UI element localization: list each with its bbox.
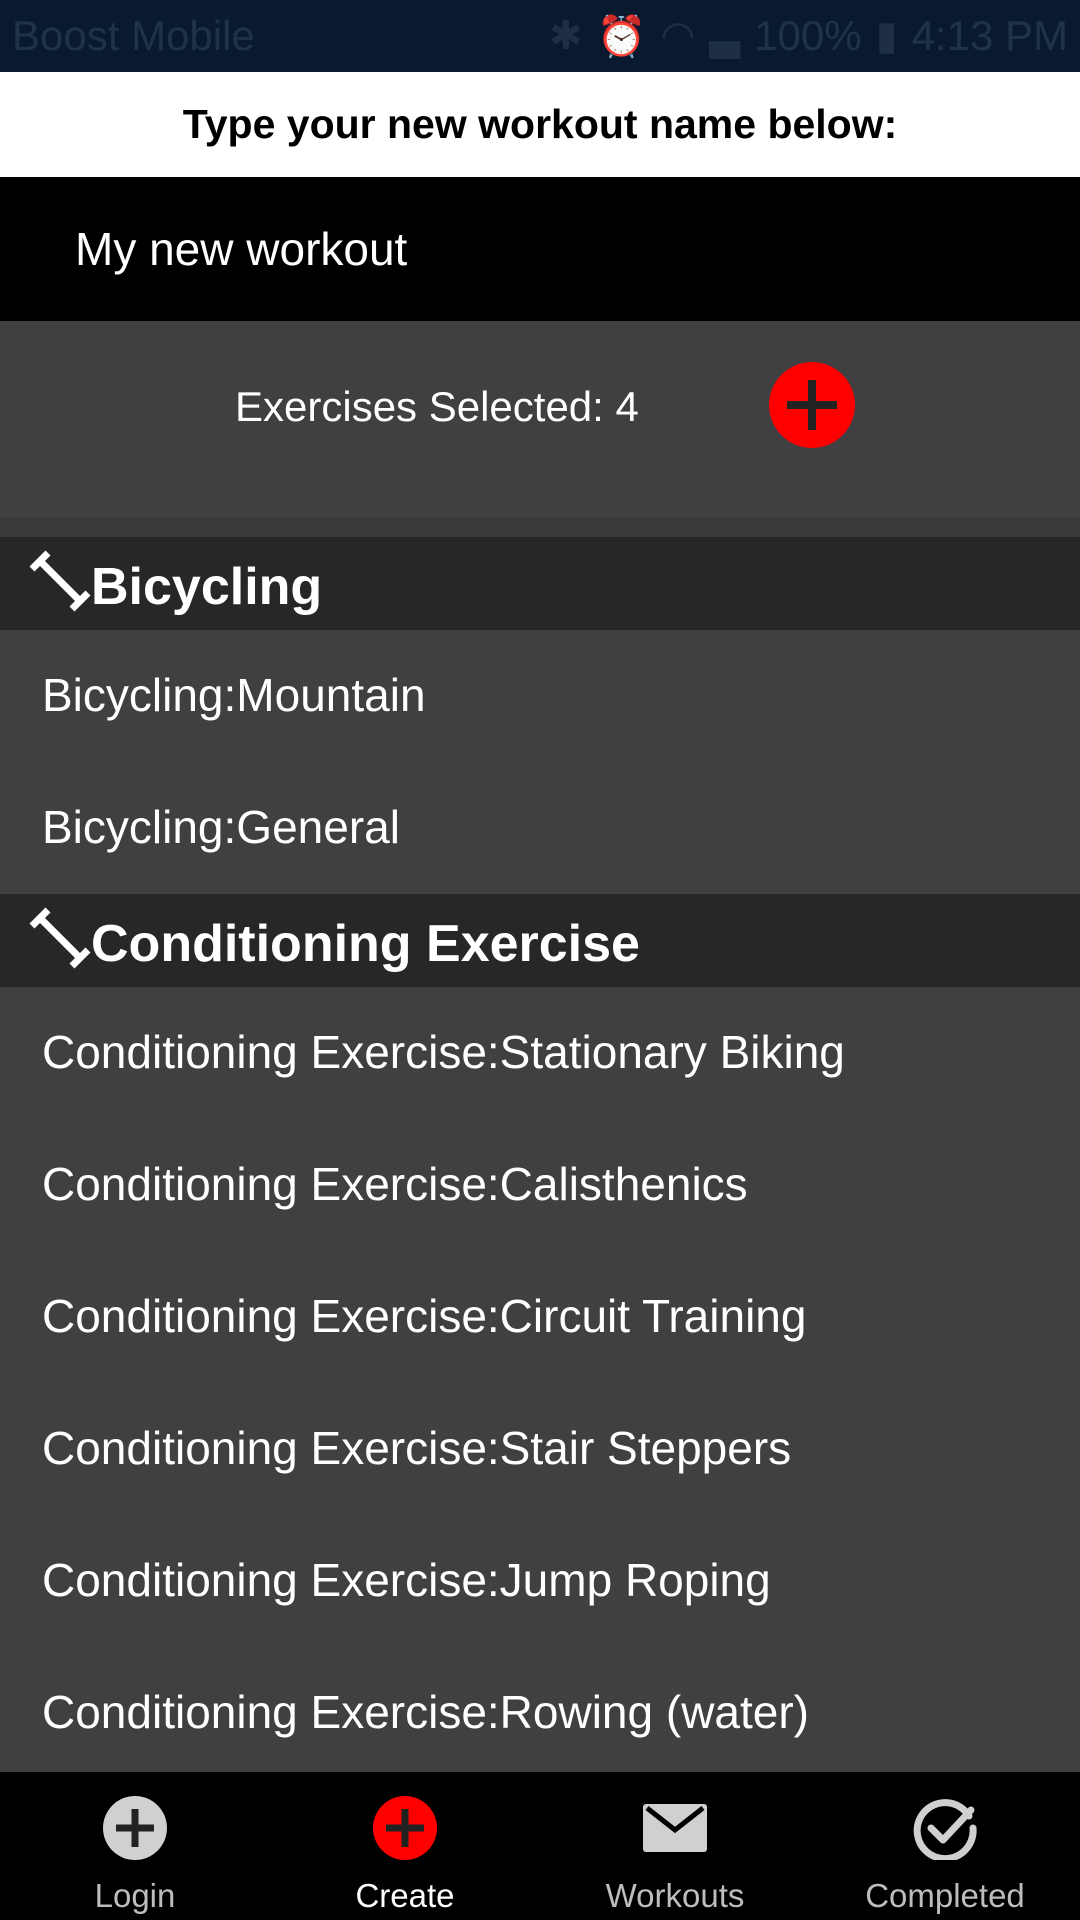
section-header-bicycling: Bicycling	[0, 537, 1080, 630]
nav-item-completed[interactable]: Completed	[810, 1772, 1080, 1920]
section-header-conditioning-exercise: Conditioning Exercise	[0, 894, 1080, 987]
add-workout-button[interactable]	[769, 362, 855, 448]
exercises-selected-count: Exercises Selected: 4	[235, 383, 639, 430]
nav-label: Workouts	[605, 1877, 745, 1914]
status-bar: Boost Mobile ✱ ⏰ ◠ ▃ 100% ▮ 4:13 PM	[0, 0, 1080, 72]
dumbbell-icon	[29, 550, 91, 612]
exercise-item[interactable]: Conditioning Exercise:Calisthenics	[0, 1119, 1080, 1251]
section-title: Bicycling	[91, 558, 323, 616]
nav-item-workouts[interactable]: Workouts	[540, 1772, 810, 1920]
wifi-icon: ◠	[660, 14, 696, 58]
nav-label: Create	[355, 1877, 455, 1914]
clock: 4:13 PM	[911, 12, 1068, 59]
section-title: Conditioning Exercise	[91, 915, 640, 973]
exercise-item[interactable]: Conditioning Exercise:Rowing (water)	[0, 1647, 1080, 1779]
status-icons: ✱ ⏰ ◠ ▃ 100% ▮ 4:13 PM	[549, 12, 1068, 60]
exercise-item[interactable]: Conditioning Exercise:Stationary Biking	[0, 987, 1080, 1119]
bottom-nav: Login Create Workouts Completed	[0, 1772, 1080, 1920]
workout-name-input[interactable]	[0, 177, 1080, 321]
carrier-name: Boost Mobile	[12, 12, 255, 59]
check-circle-icon	[913, 1799, 977, 1860]
exercise-item[interactable]: Bicycling:Mountain	[0, 630, 1080, 762]
exercise-item[interactable]: Conditioning Exercise:Stair Steppers	[0, 1383, 1080, 1515]
exercise-label: Conditioning Exercise:Jump Roping	[42, 1554, 771, 1606]
nav-item-login[interactable]: Login	[0, 1772, 270, 1920]
signal-icon: ▃	[709, 14, 741, 58]
page-title: Type your new workout name below:	[0, 72, 1080, 177]
exercise-label: Conditioning Exercise:Rowing (water)	[42, 1686, 809, 1738]
battery-percent: 100%	[754, 12, 862, 59]
divider	[0, 517, 1080, 537]
alarm-icon: ⏰	[596, 14, 647, 59]
exercise-label: Conditioning Exercise:Calisthenics	[42, 1158, 748, 1210]
envelope-icon	[643, 1804, 707, 1852]
plus-circle-icon	[373, 1796, 437, 1860]
exercise-label: Conditioning Exercise:Stationary Biking	[42, 1026, 845, 1078]
exercise-item[interactable]: Conditioning Exercise:Jump Roping	[0, 1515, 1080, 1647]
exercise-label: Conditioning Exercise:Stair Steppers	[42, 1422, 792, 1474]
exercise-label: Bicycling:Mountain	[42, 669, 426, 721]
exercise-item[interactable]: Bicycling:General	[0, 762, 1080, 894]
dumbbell-icon	[29, 907, 91, 969]
bluetooth-icon: ✱	[549, 14, 583, 58]
nav-label: Login	[94, 1877, 176, 1914]
exercise-item[interactable]: Conditioning Exercise:Circuit Training	[0, 1251, 1080, 1383]
nav-label: Completed	[865, 1877, 1025, 1914]
exercise-label: Conditioning Exercise:Circuit Training	[42, 1290, 807, 1342]
exercise-label: Bicycling:General	[42, 801, 400, 853]
plus-circle-icon	[103, 1796, 167, 1860]
nav-item-create[interactable]: Create	[270, 1772, 540, 1920]
battery-icon: ▮	[875, 14, 898, 58]
